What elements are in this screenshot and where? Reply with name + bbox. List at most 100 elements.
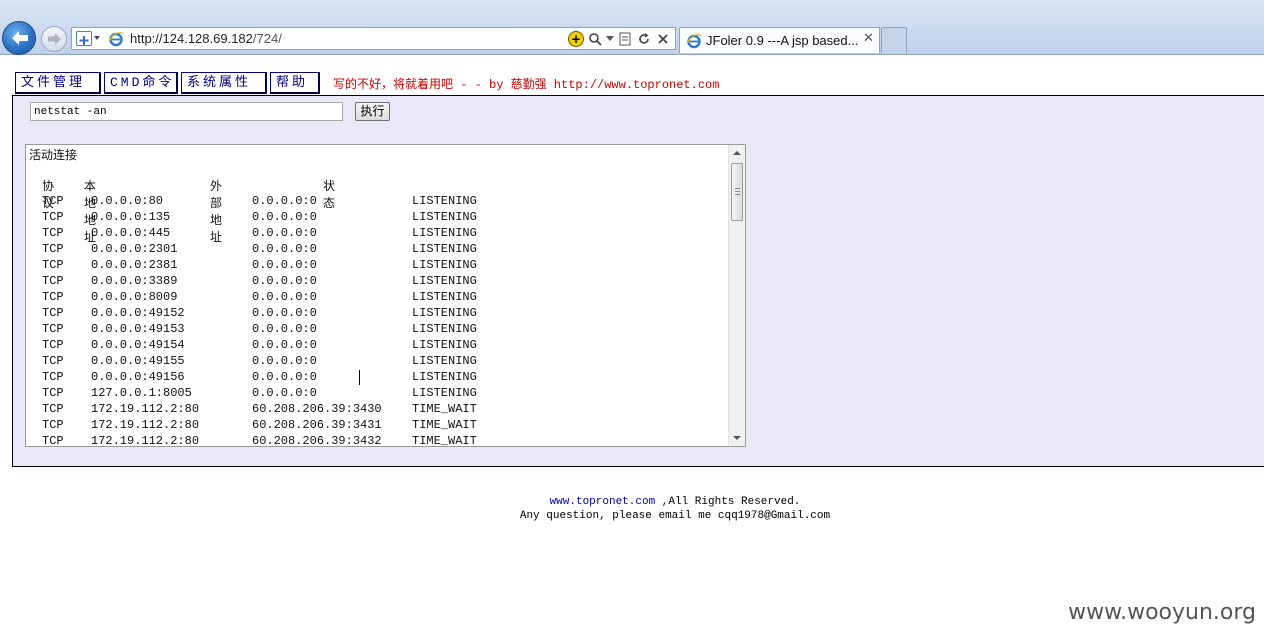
row-local: 0.0.0.0:3389 <box>91 274 178 288</box>
row-proto: TCP <box>42 226 64 240</box>
connection-row: TCP 0.0.0.0:135 0.0.0.0:0 LISTENING <box>29 209 729 225</box>
row-local: 0.0.0.0:135 <box>91 210 171 224</box>
search-icon[interactable] <box>587 31 603 47</box>
row-state: LISTENING <box>412 354 477 368</box>
row-proto: TCP <box>42 386 64 400</box>
row-foreign: 0.0.0.0:0 <box>252 274 317 288</box>
output-title: 活动连接 <box>29 148 78 162</box>
connection-row: TCP 0.0.0.0:445 0.0.0.0:0 LISTENING <box>29 225 729 241</box>
row-state: LISTENING <box>412 258 477 272</box>
refresh-icon[interactable] <box>636 31 652 47</box>
row-local: 0.0.0.0:445 <box>91 226 171 240</box>
row-proto: TCP <box>42 274 64 288</box>
favorite-dropdown-icon[interactable] <box>94 36 100 40</box>
grip-icon <box>735 188 740 195</box>
row-proto: TCP <box>42 418 64 432</box>
scroll-down-icon[interactable] <box>733 436 741 440</box>
back-button[interactable] <box>2 21 36 55</box>
top-menu: 文件管理 CMD命令 系统属性 帮助 写的不好，将就着用吧 - - by 慈勤强… <box>15 72 719 94</box>
footer: www.topronet.com ,All Rights Reserved. A… <box>0 495 1264 523</box>
row-proto: TCP <box>42 338 64 352</box>
row-local: 0.0.0.0:49154 <box>91 338 185 352</box>
command-input[interactable] <box>30 102 343 121</box>
row-local: 0.0.0.0:80 <box>91 194 164 208</box>
row-foreign: 0.0.0.0:0 <box>252 306 317 320</box>
row-foreign: 60.208.206.39:3432 <box>252 434 382 447</box>
author-notice: 写的不好，将就着用吧 - - by 慈勤强 http://www.toprone… <box>333 77 720 92</box>
connection-row: TCP 172.19.112.2:80 60.208.206.39:3432 TIME… <box>29 433 729 447</box>
scroll-up-icon[interactable] <box>733 151 741 155</box>
row-proto: TCP <box>42 242 64 256</box>
address-bar[interactable]: http://124.128.69.182/724/ + <box>71 27 676 50</box>
file-manage-button[interactable]: 文件管理 <box>15 72 101 94</box>
connection-row: TCP 0.0.0.0:2381 0.0.0.0:0 LISTENING <box>29 257 729 273</box>
output-scrollbar[interactable] <box>728 145 745 446</box>
row-state: LISTENING <box>412 338 477 352</box>
row-state: LISTENING <box>412 306 477 320</box>
text-caret <box>359 370 360 385</box>
browser-chrome: http://124.128.69.182/724/ + JFoler 0.9 … <box>0 0 1264 55</box>
connection-row: TCP 0.0.0.0:49154 0.0.0.0:0 LISTENING <box>29 337 729 353</box>
row-state: LISTENING <box>412 194 477 208</box>
row-foreign: 0.0.0.0:0 <box>252 370 317 384</box>
row-local: 0.0.0.0:2381 <box>91 258 178 272</box>
row-state: LISTENING <box>412 242 477 256</box>
row-foreign: 60.208.206.39:3430 <box>252 402 382 416</box>
watermark: www.wooyun.org <box>1068 600 1256 625</box>
row-foreign: 0.0.0.0:0 <box>252 322 317 336</box>
stop-icon[interactable] <box>655 31 671 47</box>
connection-row: TCP 0.0.0.0:49156 0.0.0.0:0 LISTENING <box>29 369 729 385</box>
row-local: 0.0.0.0:2301 <box>91 242 178 256</box>
scroll-thumb[interactable] <box>731 163 743 221</box>
row-proto: TCP <box>42 354 64 368</box>
help-button[interactable]: 帮助 <box>270 72 320 94</box>
cmd-button[interactable]: CMD命令 <box>104 72 178 94</box>
execute-button[interactable]: 执行 <box>355 102 390 121</box>
row-local: 172.19.112.2:80 <box>91 402 200 416</box>
add-favorite-icon[interactable] <box>76 31 92 46</box>
new-tab-button[interactable] <box>881 27 907 53</box>
row-foreign: 0.0.0.0:0 <box>252 354 317 368</box>
row-state: TIME_WAIT <box>412 418 477 432</box>
footer-link[interactable]: www.topronet.com <box>550 496 656 508</box>
system-properties-button[interactable]: 系统属性 <box>181 72 267 94</box>
row-foreign: 0.0.0.0:0 <box>252 386 317 400</box>
compatibility-icon[interactable]: + <box>568 31 584 47</box>
row-local: 0.0.0.0:49153 <box>91 322 185 336</box>
tab-close-icon[interactable]: ✕ <box>863 31 874 46</box>
connection-row: TCP 0.0.0.0:8009 0.0.0.0:0 LISTENING <box>29 289 729 305</box>
forward-button[interactable] <box>41 26 67 52</box>
cmd-panel: 执行 活动连接 协议 本地地址 外部地址 状态 TCP0.0.0.0:800.0… <box>12 95 1264 467</box>
compat-view-icon[interactable] <box>617 31 633 47</box>
tab-ie-logo-icon <box>686 34 702 49</box>
connection-row: TCP 0.0.0.0:49153 0.0.0.0:0 LISTENING <box>29 321 729 337</box>
connection-row: TCP 127.0.0.1:8005 0.0.0.0:0 LISTENING <box>29 385 729 401</box>
row-local: 0.0.0.0:49155 <box>91 354 185 368</box>
tab-title: JFoler 0.9 ---A jsp based... <box>706 33 859 48</box>
row-proto: TCP <box>42 290 64 304</box>
row-proto: TCP <box>42 306 64 320</box>
connection-row: TCP 0.0.0.0:2301 0.0.0.0:0 LISTENING <box>29 241 729 257</box>
row-state: LISTENING <box>412 386 477 400</box>
connection-row: TCP 172.19.112.2:80 60.208.206.39:3431 TIME… <box>29 417 729 433</box>
search-dropdown-icon[interactable] <box>606 31 614 47</box>
connection-row: TCP 0.0.0.0:80 0.0.0.0:0 LISTENING <box>29 193 729 209</box>
row-proto: TCP <box>42 210 64 224</box>
row-proto: TCP <box>42 194 64 208</box>
forward-arrow-icon <box>48 33 61 45</box>
footer-rights: ,All Rights Reserved. <box>655 496 801 508</box>
row-local: 0.0.0.0:49152 <box>91 306 185 320</box>
row-local: 172.19.112.2:80 <box>91 434 200 447</box>
command-output[interactable]: 活动连接 协议 本地地址 外部地址 状态 TCP 0.0.0.0:80 0.0.0.… <box>25 144 746 447</box>
connection-row: TCP 172.19.112.2:80 60.208.206.39:3430 TIME… <box>29 401 729 417</box>
tab-jfoler[interactable]: JFoler 0.9 ---A jsp based... ✕ <box>679 27 880 53</box>
row-state: TIME_WAIT <box>412 434 477 447</box>
url-text[interactable]: http://124.128.69.182/724/ <box>130 31 282 46</box>
connection-row: TCP 0.0.0.0:3389 0.0.0.0:0 LISTENING <box>29 273 729 289</box>
connection-row: TCP 0.0.0.0:49152 0.0.0.0:0 LISTENING <box>29 305 729 321</box>
row-state: LISTENING <box>412 322 477 336</box>
row-foreign: 0.0.0.0:0 <box>252 242 317 256</box>
row-state: LISTENING <box>412 290 477 304</box>
row-local: 127.0.0.1:8005 <box>91 386 192 400</box>
row-foreign: 0.0.0.0:0 <box>252 290 317 304</box>
